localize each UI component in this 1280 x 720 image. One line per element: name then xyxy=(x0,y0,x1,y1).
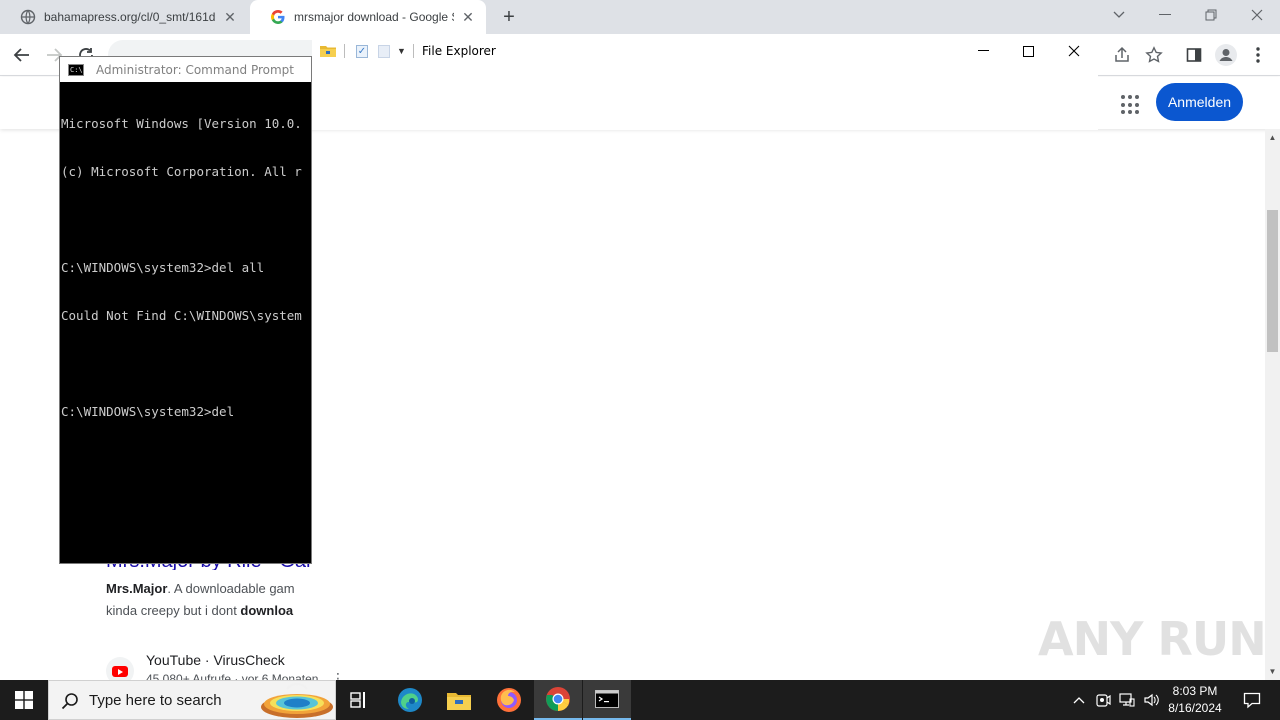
tray-chevron-up-icon[interactable] xyxy=(1068,680,1090,720)
scroll-up-arrow-icon[interactable]: ▲ xyxy=(1265,130,1280,144)
scrollbar-thumb[interactable] xyxy=(1267,210,1278,352)
notification-center-icon[interactable] xyxy=(1232,680,1272,720)
taskbar-search-input[interactable]: Type here to search xyxy=(48,680,336,720)
close-icon[interactable]: ✕ xyxy=(222,9,238,25)
video-result[interactable]: YouTube · VirusCheck 45.080+ Aufrufe · v… xyxy=(106,652,346,680)
properties-icon[interactable]: ✓ xyxy=(356,45,368,58)
start-button[interactable] xyxy=(0,680,48,720)
tab-bahamapress[interactable]: bahamapress.org/cl/0_smt/161d ✕ xyxy=(0,0,248,34)
console-line: C:\WINDOWS\system32>del all xyxy=(61,260,265,275)
firefox-icon[interactable] xyxy=(485,680,533,720)
command-prompt-titlebar[interactable]: C:\ Administrator: Command Prompt xyxy=(60,57,311,82)
search-icon xyxy=(61,693,78,710)
meet-now-icon[interactable] xyxy=(1092,680,1114,720)
snippet-highlight: Mrs.Major xyxy=(106,581,168,596)
network-icon[interactable] xyxy=(1116,680,1138,720)
clock-date: 8/16/2024 xyxy=(1168,701,1222,715)
search-result-snippet: Mrs.Major. A downloadable gam kinda cree… xyxy=(106,578,312,622)
console-line: Could Not Find C:\WINDOWS\system xyxy=(61,308,302,323)
google-g-icon xyxy=(270,9,286,25)
share-icon[interactable] xyxy=(1110,43,1134,67)
tab-google-search[interactable]: mrsmajor download - Google Su ✕ xyxy=(250,0,486,34)
close-window-icon[interactable] xyxy=(1234,0,1280,30)
window-title: Administrator: Command Prompt xyxy=(96,62,294,77)
volume-icon[interactable] xyxy=(1140,680,1162,720)
taskbar-clock[interactable]: 8:03 PM 8/16/2024 xyxy=(1160,683,1230,717)
snippet-text: kinda creepy but i dont xyxy=(106,603,241,618)
search-placeholder: Type here to search xyxy=(89,692,222,709)
google-apps-icon[interactable] xyxy=(1121,95,1141,115)
close-icon[interactable]: ✕ xyxy=(460,9,476,25)
bookmark-star-icon[interactable] xyxy=(1142,43,1166,67)
quick-access-dropdown-icon[interactable]: ▼ xyxy=(397,46,406,56)
back-arrow-icon[interactable] xyxy=(10,43,34,67)
clock-time: 8:03 PM xyxy=(1172,684,1218,698)
file-explorer-titlebar: ✓ ▼ File Explorer xyxy=(312,34,1098,68)
side-panel-icon[interactable] xyxy=(1182,43,1206,67)
tab-title: bahamapress.org/cl/0_smt/161d xyxy=(44,10,216,24)
command-prompt-window[interactable]: C:\ Administrator: Command Prompt Micros… xyxy=(59,56,312,564)
tab-search-chevron-icon[interactable] xyxy=(1096,0,1142,30)
tab-title: mrsmajor download - Google Su xyxy=(294,10,454,24)
browser-tabstrip: bahamapress.org/cl/0_smt/161d ✕ mrsmajor… xyxy=(0,0,1280,34)
toolbar-separator xyxy=(344,44,345,58)
command-prompt-icon[interactable] xyxy=(583,680,631,720)
snippet-line-2: kinda creepy but i dont downloa xyxy=(106,600,312,622)
globe-icon xyxy=(20,9,36,25)
folder-icon xyxy=(320,46,336,57)
scroll-down-arrow-icon[interactable]: ▼ xyxy=(1265,664,1280,678)
windows-logo-icon xyxy=(15,691,33,709)
snippet-line-1: Mrs.Major. A downloadable gam xyxy=(106,578,312,600)
window-title: File Explorer xyxy=(422,44,496,58)
restore-icon[interactable] xyxy=(1188,0,1234,30)
file-explorer-window: ✓ ▼ File Explorer xyxy=(312,34,1098,130)
toolbar-separator xyxy=(413,44,414,58)
search-highlight-illustration-icon xyxy=(261,683,333,718)
maximize-icon[interactable] xyxy=(1005,38,1051,64)
task-view-icon[interactable] xyxy=(336,680,384,720)
chrome-icon[interactable] xyxy=(534,680,582,720)
signin-button[interactable]: Anmelden xyxy=(1156,83,1243,121)
command-prompt-icon: C:\ xyxy=(68,63,84,76)
anyrun-watermark: ANY RUN xyxy=(1038,612,1267,666)
snippet-text: . A downloadable gam xyxy=(167,581,295,596)
video-meta: 45.080+ Aufrufe · vor 6 Monaten xyxy=(146,672,319,680)
minimize-icon[interactable] xyxy=(960,38,1006,64)
console-line: (c) Microsoft Corporation. All r xyxy=(61,164,302,179)
profile-avatar-icon[interactable] xyxy=(1214,43,1238,67)
minimize-icon[interactable] xyxy=(1142,0,1188,30)
new-folder-icon[interactable] xyxy=(378,45,390,58)
windows-taskbar: Type here to search 8:03 PM 8/16/2024 xyxy=(0,680,1280,720)
close-window-icon[interactable] xyxy=(1051,38,1097,64)
snippet-highlight: downloa xyxy=(240,603,294,618)
console-line: Microsoft Windows [Version 10.0. xyxy=(61,116,302,131)
console-line: C:\WINDOWS\system32>del xyxy=(61,404,235,419)
console-output[interactable]: Microsoft Windows [Version 10.0. (c) Mic… xyxy=(61,84,311,452)
video-source: YouTube · VirusCheck xyxy=(146,652,285,668)
edge-icon[interactable] xyxy=(386,680,434,720)
new-tab-button[interactable]: + xyxy=(498,6,520,28)
more-menu-icon[interactable] xyxy=(1246,43,1270,67)
youtube-icon xyxy=(106,657,134,680)
file-explorer-icon[interactable] xyxy=(435,680,483,720)
